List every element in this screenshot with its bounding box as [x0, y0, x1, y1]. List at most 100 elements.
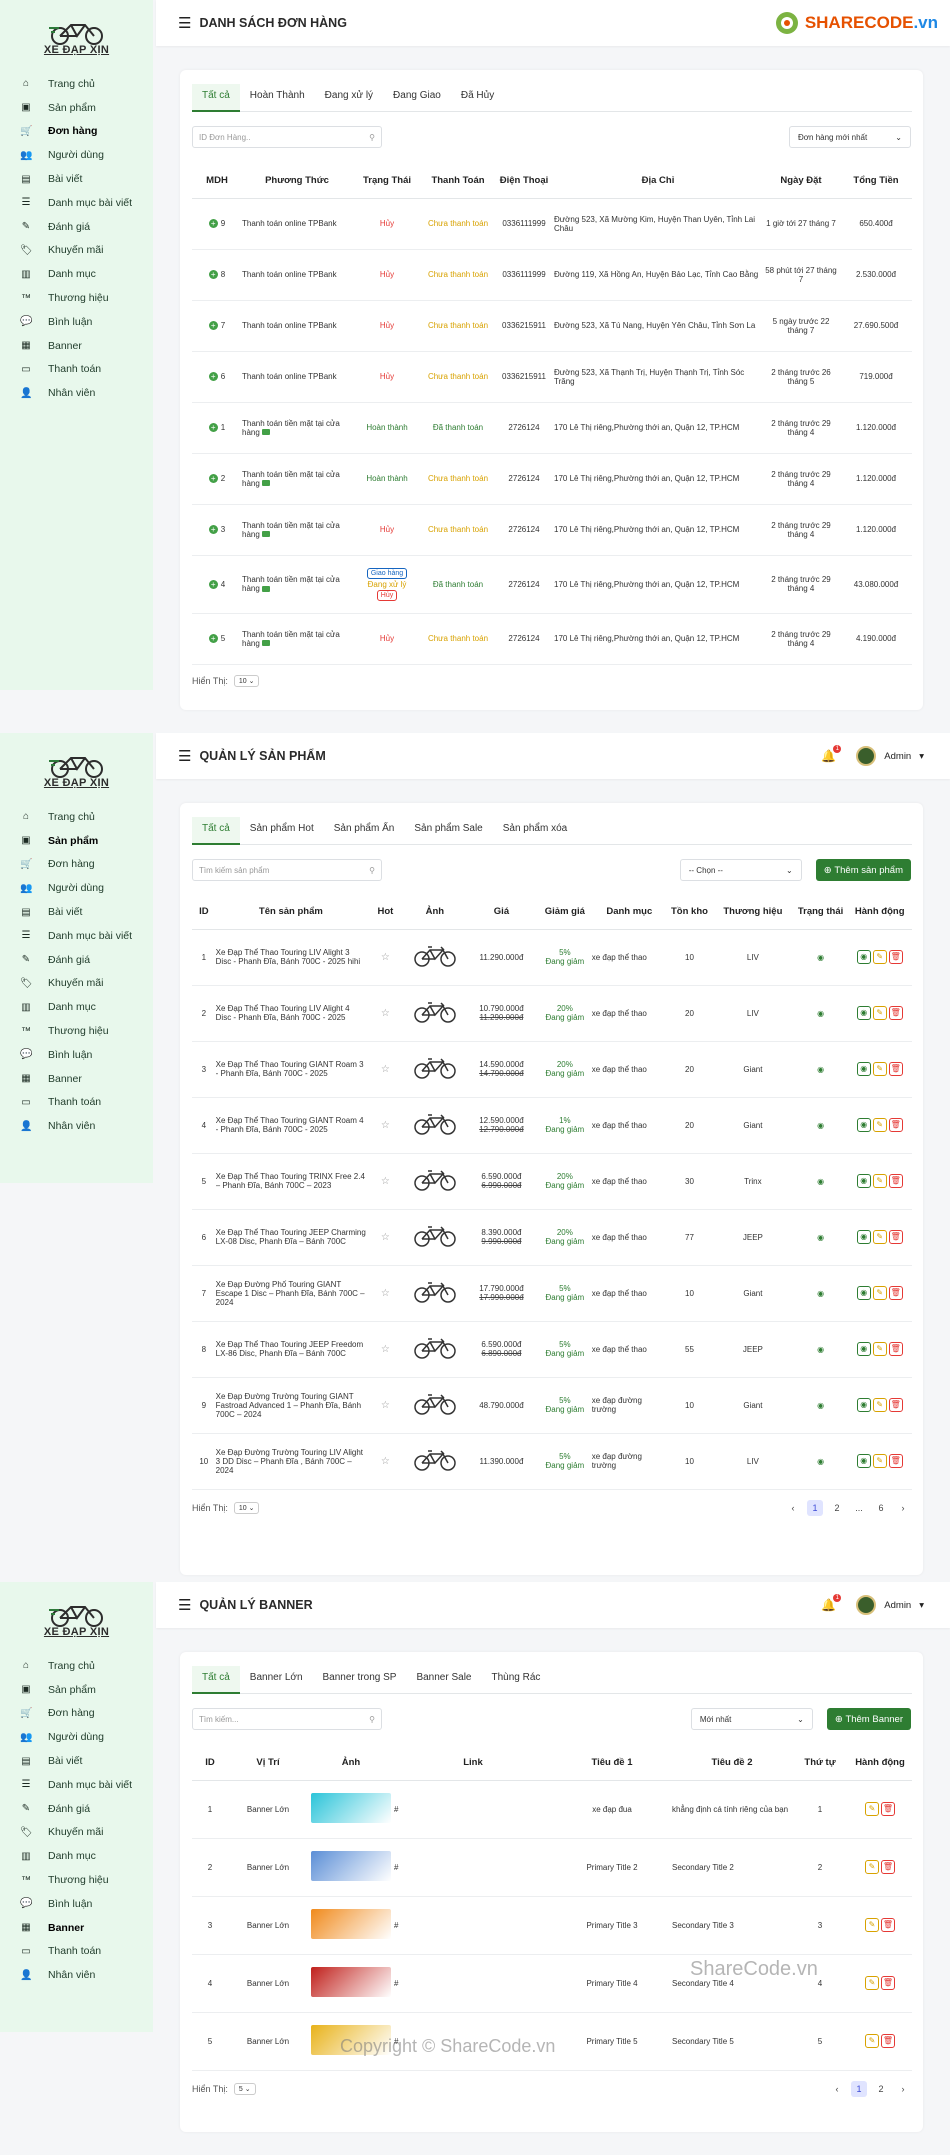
table-row[interactable]: 10 Xe Đạp Đường Trường Touring LIV Alight… — [192, 1433, 912, 1490]
edit-button[interactable]: ✎ — [872, 1118, 887, 1132]
star-icon[interactable]: ☆ — [381, 1176, 390, 1187]
menu-icon[interactable]: ☰ — [178, 14, 191, 32]
eye-icon[interactable]: ◉ — [817, 1121, 824, 1130]
edit-button[interactable]: ✎ — [865, 1918, 879, 1932]
order-search-input[interactable]: ID Đơn Hàng.. ⚲ — [192, 126, 382, 148]
expand-icon[interactable]: + — [208, 474, 218, 483]
delete-button[interactable]: 🗑 — [888, 1398, 903, 1412]
edit-button[interactable]: ✎ — [872, 1454, 887, 1468]
nav-item-0[interactable]: ⌂ Trang chủ — [0, 805, 153, 829]
expand-icon[interactable]: + — [208, 423, 218, 432]
order-id-cell[interactable]: +7 — [192, 300, 242, 352]
nav-item-10[interactable]: 💬 Bình luận — [0, 1892, 153, 1916]
menu-icon[interactable]: ☰ — [178, 747, 191, 765]
table-row[interactable]: 3 Xe Đạp Thể Thao Touring GIANT Roam 3 - … — [192, 1041, 912, 1098]
edit-button[interactable]: ✎ — [872, 1062, 887, 1076]
order-id-cell[interactable]: +3 — [192, 504, 242, 556]
star-icon[interactable]: ☆ — [381, 1288, 390, 1299]
expand-icon[interactable]: + — [208, 372, 218, 381]
page-1[interactable]: 1 — [807, 1499, 823, 1516]
eye-icon[interactable]: ◉ — [817, 1233, 824, 1242]
table-row[interactable]: +5 Thanh toán tiền mặt tại cửa hàng Hủy Ch… — [192, 613, 912, 665]
nav-item-5[interactable]: ☰ Danh mục bài viết — [0, 1773, 153, 1797]
edit-button[interactable]: ✎ — [865, 1802, 879, 1816]
tab-2[interactable]: Banner trong SP — [313, 1666, 407, 1694]
page-2[interactable]: 2 — [829, 1500, 845, 1516]
edit-button[interactable]: ✎ — [872, 1398, 887, 1412]
table-row[interactable]: 1 Banner Lớn # xe đạp đua khẳng định cá tính… — [192, 1780, 912, 1839]
delete-button[interactable]: 🗑 — [888, 1454, 903, 1468]
page-size-select[interactable]: 5 ⌄ — [233, 2082, 256, 2095]
edit-button[interactable]: ✎ — [872, 1174, 887, 1188]
tab-1[interactable]: Sản phẩm Hot — [240, 817, 324, 845]
nav-item-6[interactable]: ✎ Đánh giá — [0, 215, 153, 239]
tab-3[interactable]: Đang Giao — [383, 84, 451, 112]
nav-item-3[interactable]: 👥 Người dùng — [0, 876, 153, 900]
product-search-input[interactable]: Tìm kiếm sản phẩm ⚲ — [192, 859, 382, 881]
page-1[interactable]: 1 — [851, 2080, 867, 2097]
delete-button[interactable]: 🗑 — [888, 1118, 903, 1132]
star-icon[interactable]: ☆ — [381, 1456, 390, 1467]
table-row[interactable]: +3 Thanh toán tiền mặt tại cửa hàng Hủy Ch… — [192, 504, 912, 556]
star-icon[interactable]: ☆ — [381, 1064, 390, 1075]
star-icon[interactable]: ☆ — [381, 952, 390, 963]
edit-button[interactable]: ✎ — [865, 2034, 879, 2048]
nav-item-6[interactable]: ✎ Đánh giá — [0, 1797, 153, 1821]
nav-item-7[interactable]: 🏷 Khuyến mãi — [0, 972, 153, 996]
nav-item-2[interactable]: 🛒 Đơn hàng — [0, 120, 153, 144]
tab-4[interactable]: Thùng Rác — [482, 1666, 551, 1694]
expand-icon[interactable]: + — [208, 634, 218, 643]
nav-item-7[interactable]: 🏷 Khuyến mãi — [0, 1821, 153, 1845]
bell-icon[interactable]: 🔔 1 — [821, 745, 842, 763]
table-row[interactable]: 4 Xe Đạp Thể Thao Touring GIANT Roam 4 - … — [192, 1097, 912, 1154]
delete-button[interactable]: 🗑 — [888, 1174, 903, 1188]
add-banner-button[interactable]: ⊕ Thêm Banner — [826, 1708, 911, 1730]
nav-item-12[interactable]: ▭ Thanh toán — [0, 1940, 153, 1964]
nav-item-7[interactable]: 🏷 Khuyến mãi — [0, 239, 153, 263]
next-page-icon[interactable]: › — [895, 2081, 911, 2097]
view-button[interactable]: ◉ — [856, 1118, 871, 1132]
edit-button[interactable]: ✎ — [865, 1860, 879, 1874]
nav-item-5[interactable]: ☰ Danh mục bài viết — [0, 191, 153, 215]
delete-button[interactable]: 🗑 — [881, 1918, 895, 1932]
delete-button[interactable]: 🗑 — [881, 1976, 895, 1990]
delete-button[interactable]: 🗑 — [881, 2034, 895, 2048]
delete-button[interactable]: 🗑 — [888, 1342, 903, 1356]
edit-button[interactable]: ✎ — [872, 1342, 887, 1356]
logo[interactable]: XE ĐẠP XỊN — [0, 1582, 153, 1654]
edit-button[interactable]: ✎ — [872, 1286, 887, 1300]
table-row[interactable]: 1 Xe Đạp Thể Thao Touring LIV Alight 3 Di… — [192, 929, 912, 986]
edit-button[interactable]: ✎ — [872, 1230, 887, 1244]
tab-0[interactable]: Tất cả — [192, 816, 240, 845]
expand-icon[interactable]: + — [208, 525, 218, 534]
table-row[interactable]: 2 Banner Lớn # Primary Title 2 Secondary Tit… — [192, 1838, 912, 1897]
star-icon[interactable]: ☆ — [381, 1008, 390, 1019]
tab-0[interactable]: Tất cả — [192, 1665, 240, 1694]
page-size-select[interactable]: 10 ⌄ — [233, 674, 260, 687]
search-icon[interactable]: ⚲ — [369, 866, 375, 875]
tab-2[interactable]: Sản phẩm Ẩn — [324, 817, 405, 845]
eye-icon[interactable]: ◉ — [817, 1177, 824, 1186]
eye-icon[interactable]: ◉ — [817, 1065, 824, 1074]
eye-icon[interactable]: ◉ — [817, 1289, 824, 1298]
tab-1[interactable]: Hoàn Thành — [240, 84, 315, 112]
view-button[interactable]: ◉ — [856, 1062, 871, 1076]
table-row[interactable]: +4 Thanh toán tiền mặt tại cửa hàng Giao … — [192, 555, 912, 614]
star-icon[interactable]: ☆ — [381, 1120, 390, 1131]
nav-item-10[interactable]: 💬 Bình luận — [0, 310, 153, 334]
expand-icon[interactable]: + — [208, 219, 218, 228]
tab-4[interactable]: Đã Hủy — [451, 84, 504, 112]
order-id-cell[interactable]: +2 — [192, 453, 242, 505]
eye-icon[interactable]: ◉ — [817, 1401, 824, 1410]
table-row[interactable]: 3 Banner Lớn # Primary Title 3 Secondary Tit… — [192, 1896, 912, 1955]
star-icon[interactable]: ☆ — [381, 1232, 390, 1243]
view-button[interactable]: ◉ — [856, 1230, 871, 1244]
star-icon[interactable]: ☆ — [381, 1400, 390, 1411]
nav-item-9[interactable]: ™ Thương hiệu — [0, 286, 153, 310]
page-...[interactable]: ... — [851, 1500, 867, 1516]
nav-item-12[interactable]: ▭ Thanh toán — [0, 1091, 153, 1115]
table-row[interactable]: 7 Xe Đạp Đường Phố Touring GIANT Escape 1… — [192, 1265, 912, 1322]
order-id-cell[interactable]: +8 — [192, 249, 242, 301]
table-row[interactable]: +1 Thanh toán tiền mặt tại cửa hàng Hoàn … — [192, 402, 912, 454]
eye-icon[interactable]: ◉ — [817, 1345, 824, 1354]
